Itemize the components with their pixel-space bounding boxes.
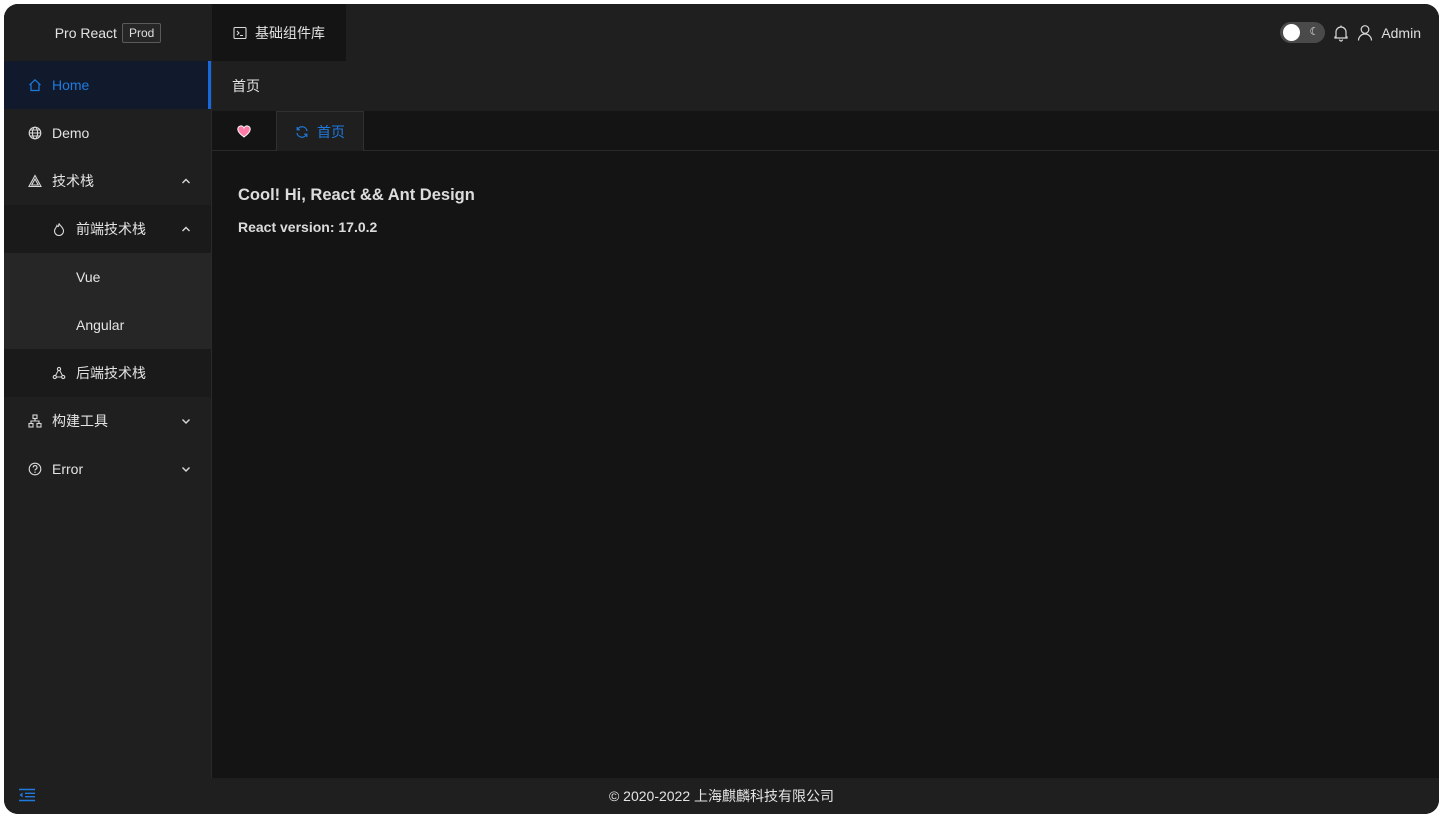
sidebar-item-label: Error — [52, 461, 84, 477]
triangle-icon — [28, 174, 42, 188]
sidebar-menu: Home Demo 技术栈 前端技术栈 Vue Angular 后端技术栈 构建… — [4, 61, 212, 778]
copyright: © 2020-2022 上海麒麟科技有限公司 — [608, 788, 835, 804]
bell-icon[interactable] — [1333, 24, 1349, 42]
tab-favorites[interactable] — [212, 111, 276, 151]
brand-name: Pro React — [54, 24, 117, 41]
tab-bar: 首页 — [212, 111, 1439, 151]
sidebar-item-label: Vue — [76, 269, 101, 285]
sidebar-item-home[interactable]: Home — [4, 61, 211, 109]
hierarchy-icon — [28, 414, 42, 428]
moon-icon: ☾ — [1309, 26, 1320, 38]
sidebar-item-angular[interactable]: Angular — [4, 301, 211, 349]
sidebar-item-tech-stack[interactable]: 技术栈 — [4, 157, 211, 205]
sidebar-item-label: Angular — [76, 317, 125, 333]
question-circle-icon — [28, 462, 42, 476]
react-version: React version: 17.0.2 — [238, 219, 378, 235]
sidebar-item-label: 后端技术栈 — [76, 365, 146, 381]
sidebar-item-label: 技术栈 — [52, 173, 94, 189]
sidebar-item-label: Home — [52, 77, 90, 93]
header: Pro React Prod 基础组件库 ☾ Admin — [4, 4, 1439, 61]
fire-icon — [52, 222, 66, 236]
home-icon — [28, 78, 42, 92]
top-nav-components[interactable]: 基础组件库 — [212, 4, 346, 61]
user-icon[interactable] — [1357, 24, 1373, 42]
sidebar-item-build-tools[interactable]: 构建工具 — [4, 397, 211, 445]
tab-label: 首页 — [317, 123, 345, 140]
menu-fold-icon[interactable] — [18, 788, 36, 805]
top-nav-label: 基础组件库 — [255, 24, 325, 41]
env-badge: Prod — [121, 22, 162, 43]
toggle-knob — [1283, 24, 1301, 41]
sidebar-item-label: 构建工具 — [52, 413, 108, 429]
chevron-down-icon — [179, 414, 193, 428]
sidebar-item-frontend[interactable]: 前端技术栈 — [4, 205, 211, 253]
terminal-icon — [233, 26, 247, 40]
cluster-icon — [52, 366, 66, 380]
submenu-frontend: Vue Angular — [4, 253, 211, 349]
brand[interactable]: Pro React Prod — [4, 4, 212, 61]
sidebar-item-error[interactable]: Error — [4, 445, 211, 493]
theme-toggle[interactable]: ☾ — [1280, 22, 1326, 43]
sidebar-item-demo[interactable]: Demo — [4, 109, 211, 157]
sidebar-item-label: 前端技术栈 — [76, 221, 146, 237]
footer: © 2020-2022 上海麒麟科技有限公司 — [4, 778, 1439, 814]
sidebar-item-label: Demo — [52, 125, 90, 141]
header-actions: ☾ Admin — [1280, 4, 1421, 61]
main-content: Cool! Hi, React && Ant Design React vers… — [238, 186, 475, 235]
sidebar-item-backend[interactable]: 后端技术栈 — [4, 349, 211, 397]
sidebar-item-vue[interactable]: Vue — [4, 253, 211, 301]
reload-icon — [295, 125, 309, 139]
breadcrumb-current[interactable]: 首页 — [232, 76, 260, 96]
breadcrumb: 首页 — [212, 61, 1439, 111]
page-heading: Cool! Hi, React && Ant Design — [238, 186, 475, 204]
tab-home[interactable]: 首页 — [276, 111, 364, 151]
chevron-down-icon — [179, 462, 193, 476]
chevron-up-icon — [179, 174, 193, 188]
heart-icon — [237, 124, 251, 138]
chevron-up-icon — [179, 222, 193, 236]
app-window: Pro React Prod 基础组件库 ☾ Admin Home Demo 技… — [4, 4, 1439, 814]
globe-icon — [28, 126, 42, 140]
submenu-tech-stack: 前端技术栈 Vue Angular 后端技术栈 — [4, 205, 211, 397]
user-name[interactable]: Admin — [1381, 25, 1421, 41]
